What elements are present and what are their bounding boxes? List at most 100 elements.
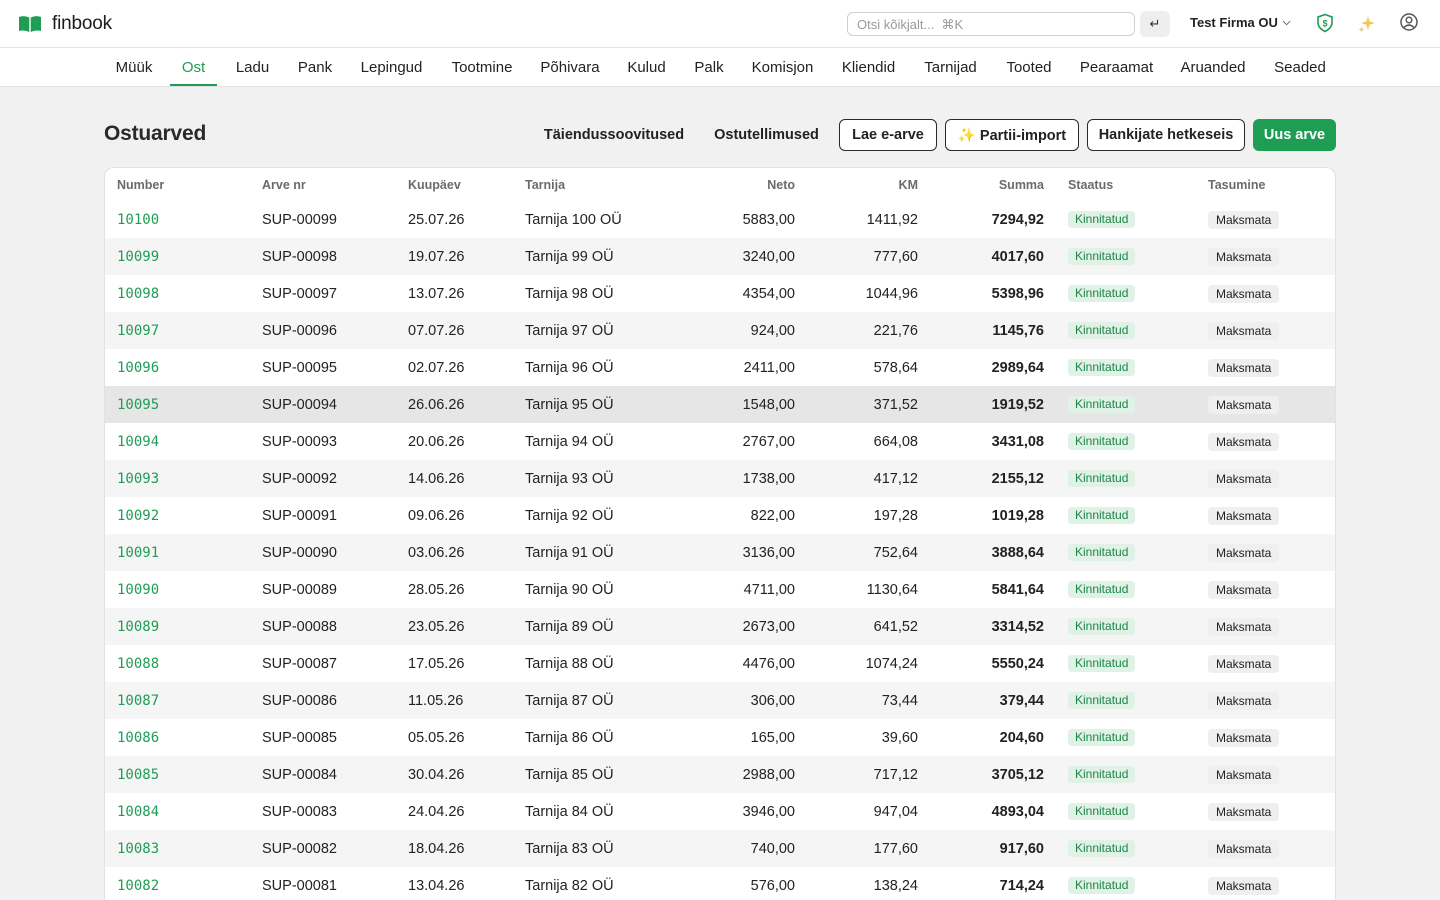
nav-item-muuk[interactable]: Müük: [116, 48, 153, 86]
column-header-number[interactable]: Number: [117, 168, 164, 201]
invoice-number-link[interactable]: 10093: [117, 460, 159, 497]
table-row[interactable]: 10096 SUP-00095 02.07.26 Tarnija 96 OÜ 2411,…: [105, 349, 1335, 386]
nav-item-pohivara[interactable]: Põhivara: [540, 48, 599, 86]
batch-import-button[interactable]: ✨ Partii-import: [945, 119, 1079, 151]
user-circle-icon[interactable]: [1398, 11, 1420, 33]
invoice-number-link[interactable]: 10088: [117, 645, 159, 682]
table-row[interactable]: 10097 SUP-00096 07.07.26 Tarnija 97 OÜ 924,0…: [105, 312, 1335, 349]
search-input[interactable]: [847, 12, 1135, 36]
table-row[interactable]: 10082 SUP-00081 13.04.26 Tarnija 82 OÜ 576,0…: [105, 867, 1335, 900]
invoice-number-link[interactable]: 10083: [117, 830, 159, 867]
net-cell: 822,00: [750, 507, 795, 524]
invoice-number-link[interactable]: 10090: [117, 571, 159, 608]
nav-item-lepingud[interactable]: Lepingud: [361, 48, 423, 86]
invoice-number-link[interactable]: 10097: [117, 312, 159, 349]
invoice-number-link[interactable]: 10084: [117, 793, 159, 830]
column-header-invoice-no[interactable]: Arve nr: [262, 168, 306, 201]
supplier-cell: Tarnija 98 OÜ: [525, 285, 614, 302]
nav-item-tarnijad[interactable]: Tarnijad: [924, 48, 977, 86]
table-row[interactable]: 10098 SUP-00097 13.07.26 Tarnija 98 OÜ 4354,…: [105, 275, 1335, 312]
vat-cell: 717,12: [873, 766, 918, 783]
status-cell: Kinnitatud: [1068, 571, 1136, 608]
new-invoice-button[interactable]: Uus arve: [1253, 119, 1336, 151]
table-row[interactable]: 10100 SUP-00099 25.07.26 Tarnija 100 OÜ 5883…: [105, 201, 1335, 238]
total-cell: 379,44: [999, 692, 1044, 709]
shield-dollar-icon[interactable]: $: [1314, 12, 1336, 34]
nav-item-tootmine[interactable]: Tootmine: [452, 48, 513, 86]
vat-cell: 1044,96: [865, 285, 918, 302]
nav-item-seaded[interactable]: Seaded: [1274, 48, 1326, 86]
total-cell: 4017,60: [991, 248, 1044, 265]
purchase-orders-button[interactable]: Ostutellimused: [706, 119, 827, 151]
table-row[interactable]: 10091 SUP-00090 03.06.26 Tarnija 91 OÜ 3136,…: [105, 534, 1335, 571]
search-submit-button[interactable]: ↵: [1140, 11, 1170, 37]
table-row[interactable]: 10083 SUP-00082 18.04.26 Tarnija 83 OÜ 740,0…: [105, 830, 1335, 867]
supplier-cell: Tarnija 97 OÜ: [525, 322, 614, 339]
table-row[interactable]: 10090 SUP-00089 28.05.26 Tarnija 90 OÜ 4711,…: [105, 571, 1335, 608]
table-row[interactable]: 10087 SUP-00086 11.05.26 Tarnija 87 OÜ 306,0…: [105, 682, 1335, 719]
status-badge: Kinnitatud: [1068, 803, 1136, 820]
invoice-number-link[interactable]: 10096: [117, 349, 159, 386]
date-cell: 13.07.26: [408, 285, 465, 302]
invoice-number-link[interactable]: 10082: [117, 867, 159, 900]
invoice-number-link[interactable]: 10085: [117, 756, 159, 793]
nav-item-pank[interactable]: Pank: [298, 48, 332, 86]
company-switcher[interactable]: Test Firma OU ⌵: [1190, 15, 1290, 30]
table-row[interactable]: 10093 SUP-00092 14.06.26 Tarnija 93 OÜ 1738,…: [105, 460, 1335, 497]
invoice-number-link[interactable]: 10091: [117, 534, 159, 571]
invoice-number-link[interactable]: 10092: [117, 497, 159, 534]
invoice-number-link[interactable]: 10087: [117, 682, 159, 719]
invoice-number-link[interactable]: 10094: [117, 423, 159, 460]
load-einvoice-button[interactable]: Lae e-arve: [839, 119, 937, 151]
nav-item-pearaamat[interactable]: Pearaamat: [1080, 48, 1153, 86]
nav-item-aruanded[interactable]: Aruanded: [1180, 48, 1245, 86]
invoice-number-link[interactable]: 10086: [117, 719, 159, 756]
net-cell: 2673,00: [742, 618, 795, 635]
table-row[interactable]: 10099 SUP-00098 19.07.26 Tarnija 99 OÜ 3240,…: [105, 238, 1335, 275]
nav-item-tooted[interactable]: Tooted: [1006, 48, 1052, 86]
table-row[interactable]: 10084 SUP-00083 24.04.26 Tarnija 84 OÜ 3946,…: [105, 793, 1335, 830]
table-row[interactable]: 10092 SUP-00091 09.06.26 Tarnija 92 OÜ 822,0…: [105, 497, 1335, 534]
column-header-status[interactable]: Staatus: [1068, 168, 1113, 201]
table-row[interactable]: 10088 SUP-00087 17.05.26 Tarnija 88 OÜ 4476,…: [105, 645, 1335, 682]
invoice-no-cell: SUP-00099: [262, 211, 337, 228]
table-row[interactable]: 10089 SUP-00088 23.05.26 Tarnija 89 OÜ 2673,…: [105, 608, 1335, 645]
nav-item-ost[interactable]: Ost: [170, 48, 217, 86]
net-cell: 740,00: [750, 840, 795, 857]
status-badge: Kinnitatud: [1068, 544, 1136, 561]
payment-cell: Maksmata: [1208, 830, 1280, 867]
column-header-total[interactable]: Summa: [944, 168, 1044, 201]
nav-item-ladu[interactable]: Ladu: [236, 48, 269, 86]
table-row[interactable]: 10085 SUP-00084 30.04.26 Tarnija 85 OÜ 2988,…: [105, 756, 1335, 793]
sparkles-icon[interactable]: [1356, 13, 1378, 35]
invoice-number-link[interactable]: 10089: [117, 608, 159, 645]
net-cell: 165,00: [750, 729, 795, 746]
table-row[interactable]: 10095 SUP-00094 26.06.26 Tarnija 95 OÜ 1548,…: [105, 386, 1335, 423]
supplier-cell: Tarnija 82 OÜ: [525, 877, 614, 894]
column-header-net[interactable]: Neto: [695, 168, 795, 201]
invoice-number-link[interactable]: 10099: [117, 238, 159, 275]
supplier-cell: Tarnija 94 OÜ: [525, 433, 614, 450]
column-header-supplier[interactable]: Tarnija: [525, 168, 565, 201]
payment-cell: Maksmata: [1208, 201, 1280, 238]
table-row[interactable]: 10086 SUP-00085 05.05.26 Tarnija 86 OÜ 165,0…: [105, 719, 1335, 756]
supplier-snapshot-button[interactable]: Hankijate hetkeseis: [1087, 119, 1245, 151]
suggestions-button[interactable]: Täiendussoovitused: [537, 119, 691, 151]
column-header-date[interactable]: Kuupäev: [408, 168, 461, 201]
invoice-no-cell: SUP-00089: [262, 581, 337, 598]
nav-item-palk[interactable]: Palk: [694, 48, 723, 86]
invoice-number-link[interactable]: 10098: [117, 275, 159, 312]
column-header-payment[interactable]: Tasumine: [1208, 168, 1265, 201]
nav-item-komisjon[interactable]: Komisjon: [752, 48, 814, 86]
invoice-number-link[interactable]: 10095: [117, 386, 159, 423]
payment-badge: Maksmata: [1208, 654, 1280, 673]
nav-item-kliendid[interactable]: Kliendid: [842, 48, 895, 86]
status-cell: Kinnitatud: [1068, 423, 1136, 460]
column-header-vat[interactable]: KM: [818, 168, 918, 201]
nav-item-kulud[interactable]: Kulud: [627, 48, 665, 86]
table-row[interactable]: 10094 SUP-00093 20.06.26 Tarnija 94 OÜ 2767,…: [105, 423, 1335, 460]
invoice-number-link[interactable]: 10100: [117, 201, 159, 238]
vat-cell: 1130,64: [866, 581, 918, 598]
app-logo[interactable]: finbook: [18, 12, 112, 36]
date-cell: 03.06.26: [408, 544, 465, 561]
